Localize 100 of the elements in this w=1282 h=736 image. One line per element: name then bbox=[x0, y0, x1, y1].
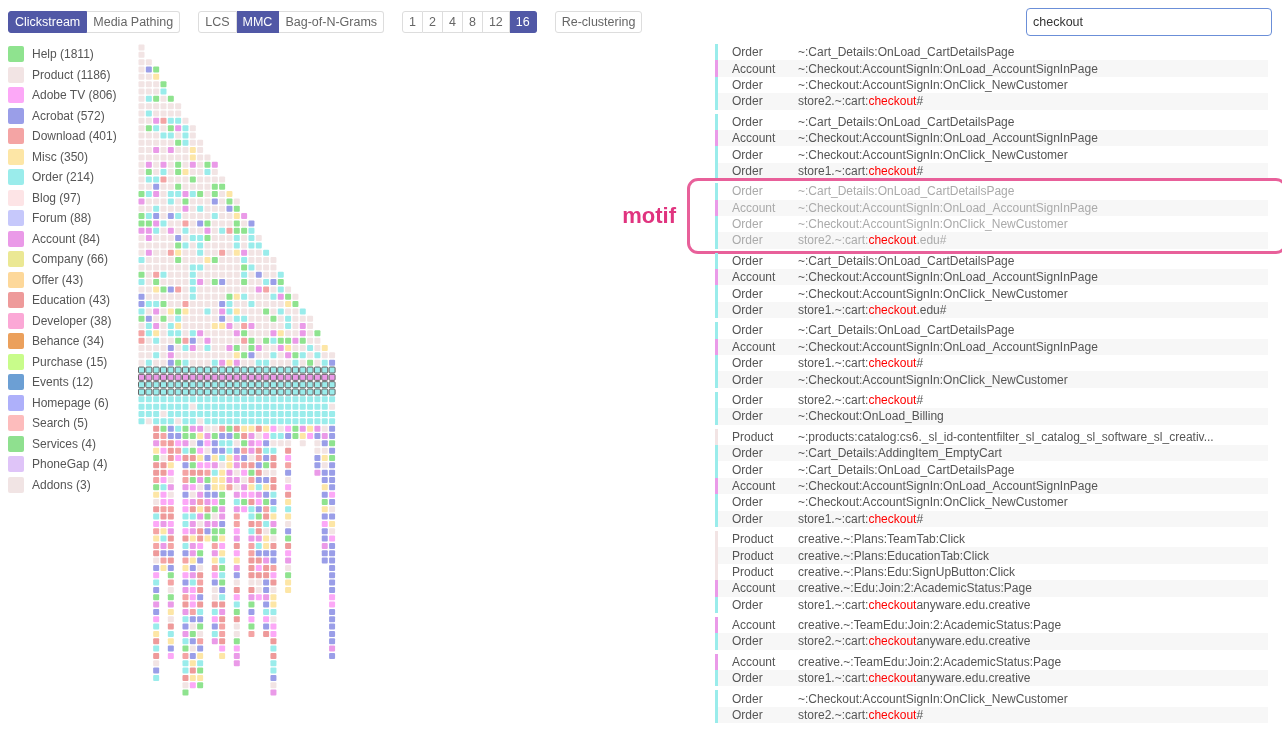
legend-label: Addons (3) bbox=[32, 477, 91, 492]
event-category: Order bbox=[731, 691, 764, 706]
event-path: store1.~:cart:checkout# bbox=[798, 511, 924, 526]
event-path: ~:Cart_Details:OnLoad_CartDetailsPage bbox=[798, 114, 1015, 129]
event-path: store1.~:cart:checkout.edu# bbox=[798, 303, 947, 318]
event-category: Order bbox=[731, 511, 764, 526]
event-category: Order bbox=[731, 462, 764, 477]
legend-label: Behance (34) bbox=[32, 334, 105, 349]
event-category: Account bbox=[731, 131, 777, 146]
legend-label: Events (12) bbox=[32, 375, 94, 390]
event-path: ~:Checkout:AccountSignIn:OnClick_NewCustomer bbox=[798, 495, 1068, 510]
event-category: Account bbox=[731, 618, 777, 633]
legend-label: Company (66) bbox=[32, 252, 109, 267]
event-path: creative.~:Edu:Join:2:AcademicStatus:Page bbox=[798, 581, 1032, 596]
event-path: ~:Cart_Details:OnLoad_CartDetailsPage bbox=[798, 253, 1015, 268]
event-category: Order bbox=[731, 671, 764, 686]
event-category: Order bbox=[731, 77, 764, 92]
legend-label: Help (1811) bbox=[32, 47, 94, 62]
event-path: ~:Checkout:AccountSignIn:OnLoad_AccountSignInPage bbox=[798, 270, 1098, 285]
event-category: Order bbox=[731, 303, 764, 318]
legend-label: Misc (350) bbox=[32, 149, 88, 164]
segment-button[interactable]: 2 bbox=[423, 11, 443, 33]
event-path: store1.~:cart:checkoutanyware.edu.creative bbox=[798, 671, 1031, 686]
event-category: Account bbox=[731, 270, 777, 285]
legend-label: PhoneGap (4) bbox=[32, 457, 108, 472]
legend-label: Purchase (15) bbox=[32, 354, 108, 369]
legend-label: Services (4) bbox=[32, 436, 96, 451]
legend-label: Homepage (6) bbox=[32, 395, 109, 410]
event-path: ~:Cart_Details:OnLoad_CartDetailsPage bbox=[798, 45, 1015, 60]
segment-button[interactable]: MMC bbox=[236, 11, 280, 33]
event-path: ~:Cart_Details:OnLoad_CartDetailsPage bbox=[798, 462, 1015, 477]
event-category: Order bbox=[731, 286, 764, 301]
event-category: Account bbox=[731, 61, 777, 76]
segment-button[interactable]: 16 bbox=[509, 11, 537, 33]
event-category: Order bbox=[731, 409, 764, 424]
event-category: Account bbox=[731, 200, 777, 215]
event-path: creative.~:Plans:TeamTab:Click bbox=[798, 532, 966, 547]
segment-button[interactable]: 12 bbox=[482, 11, 510, 33]
event-category: Account bbox=[731, 339, 777, 354]
event-category: Account bbox=[731, 654, 777, 669]
legend-label: Order (214) bbox=[32, 170, 95, 185]
event-category: Order bbox=[731, 495, 764, 510]
event-path: ~:Checkout:AccountSignIn:OnClick_NewCustomer bbox=[798, 77, 1068, 92]
event-path: ~:Checkout:AccountSignIn:OnClick_NewCustomer bbox=[798, 372, 1068, 387]
legend-label: Offer (43) bbox=[32, 272, 84, 287]
event-path: store2.~:cart:checkout# bbox=[798, 94, 924, 109]
legend-label: Product (1186) bbox=[32, 67, 111, 82]
legend-label: Developer (38) bbox=[32, 313, 112, 328]
legend-label: Download (401) bbox=[32, 129, 117, 144]
legend-label: Acrobat (572) bbox=[32, 108, 105, 123]
event-path: store2.~:cart:checkout# bbox=[798, 708, 924, 723]
event-path: creative.~:Plans:EducationTab:Click bbox=[798, 548, 990, 563]
segment-button[interactable]: 8 bbox=[462, 11, 483, 33]
event-category: Order bbox=[731, 217, 764, 232]
event-category: Order bbox=[731, 233, 764, 248]
event-path: ~:Checkout:AccountSignIn:OnLoad_AccountSignInPage bbox=[798, 200, 1098, 215]
segment-button[interactable]: Media Pathing bbox=[87, 11, 181, 33]
event-path: store1.~:cart:checkout# bbox=[798, 356, 924, 371]
event-path: ~:products:catalog:cs6._sl_id-contentfilter_sl_catalog_sl_software_sl_creativ... bbox=[798, 429, 1214, 444]
event-path: store2.~:cart:checkout# bbox=[798, 393, 924, 407]
event-category: Order bbox=[731, 372, 764, 387]
search-field[interactable]: checkout bbox=[1026, 8, 1272, 36]
event-category: Order bbox=[731, 45, 764, 60]
event-category: Order bbox=[731, 634, 764, 649]
event-path: ~:Checkout:AccountSignIn:OnLoad_AccountSignInPage bbox=[798, 339, 1098, 354]
event-path: ~:Cart_Details:OnLoad_CartDetailsPage bbox=[798, 323, 1015, 338]
segment-button[interactable]: 1 bbox=[402, 11, 424, 33]
event-path: ~:Checkout:AccountSignIn:OnClick_NewCustomer bbox=[798, 286, 1068, 301]
event-path: store1.~:cart:checkoutanyware.edu.creative bbox=[798, 597, 1031, 612]
segment-button[interactable]: Bag-of-N-Grams bbox=[279, 11, 385, 33]
event-category: Product bbox=[731, 429, 775, 444]
event-category: Order bbox=[731, 323, 764, 338]
legend-label: Adobe TV (806) bbox=[32, 88, 117, 103]
event-category: Account bbox=[731, 478, 777, 493]
segment-button[interactable]: 4 bbox=[443, 11, 463, 33]
event-category: Order bbox=[731, 356, 764, 371]
event-category: Order bbox=[731, 446, 764, 461]
event-category: Order bbox=[731, 147, 764, 162]
event-category: Account bbox=[731, 581, 777, 596]
event-category: Order bbox=[731, 597, 764, 612]
event-path: ~:Checkout:AccountSignIn:OnClick_NewCustomer bbox=[798, 691, 1068, 706]
event-category: Product bbox=[731, 532, 775, 547]
event-path: ~:Checkout:AccountSignIn:OnClick_NewCustomer bbox=[798, 217, 1068, 232]
event-path: ~:Checkout:AccountSignIn:OnClick_NewCustomer bbox=[798, 147, 1068, 162]
segment-button[interactable]: LCS bbox=[198, 11, 237, 33]
segment-button[interactable]: Clickstream bbox=[8, 11, 88, 33]
motif-label: motif bbox=[622, 203, 676, 230]
segment-button[interactable]: Re-clustering bbox=[554, 11, 643, 33]
event-path: ~:Checkout:OnLoad_Billing bbox=[798, 409, 944, 424]
legend-label: Education (43) bbox=[32, 293, 111, 308]
event-path: ~:Checkout:AccountSignIn:OnLoad_AccountSignInPage bbox=[798, 61, 1098, 76]
event-path: store1.~:cart:checkout# bbox=[798, 163, 924, 178]
event-category: Order bbox=[731, 708, 764, 723]
legend-label: Search (5) bbox=[32, 416, 89, 431]
legend-label: Blog (97) bbox=[32, 190, 81, 205]
event-path: creative.~:TeamEdu:Join:2:AcademicStatus:Page bbox=[798, 654, 1062, 669]
event-category: Order bbox=[731, 253, 764, 268]
event-path: ~:Checkout:AccountSignIn:OnLoad_AccountSignInPage bbox=[798, 131, 1098, 146]
event-category: Order bbox=[731, 393, 764, 407]
event-path: store2.~:cart:checkoutanyware.edu.creative bbox=[798, 634, 1031, 649]
